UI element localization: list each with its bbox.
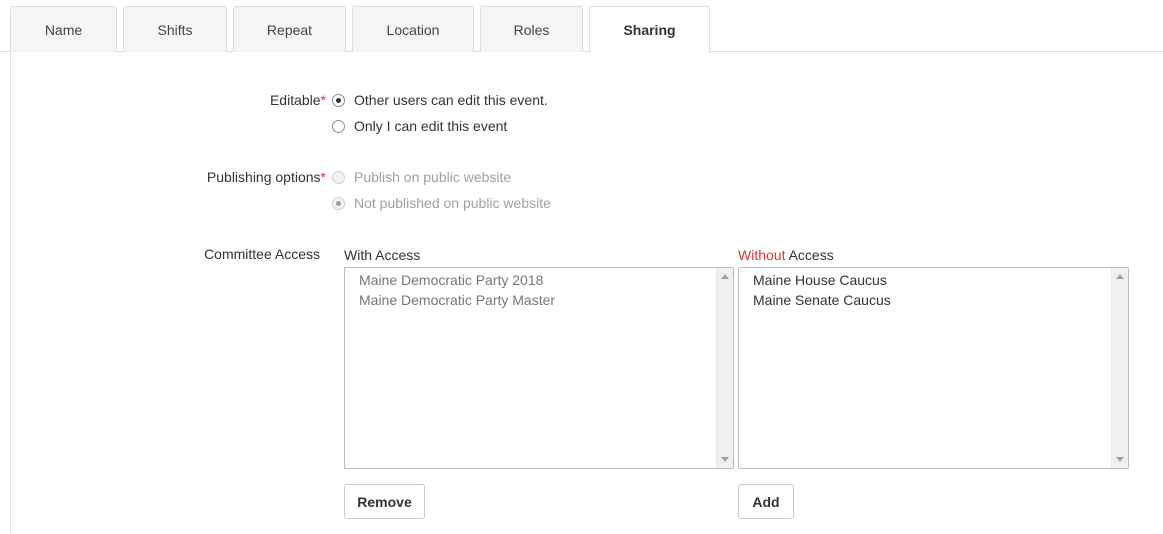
add-button[interactable]: Add <box>738 484 794 519</box>
scroll-down-icon[interactable] <box>721 457 729 462</box>
committee-access-label: Committee Access <box>204 246 320 262</box>
tab-sharing[interactable]: Sharing <box>589 6 710 53</box>
publishing-label-text: Publishing options <box>206 169 321 185</box>
remove-button[interactable]: Remove <box>344 484 425 519</box>
editable-option-only-me-label: Only I can edit this event <box>354 118 508 134</box>
tab-shifts[interactable]: Shifts <box>123 6 227 52</box>
list-item[interactable]: Maine Democratic Party 2018 <box>359 270 555 290</box>
scrollbar[interactable] <box>716 268 733 468</box>
without-access-title-neg: Without <box>738 247 786 263</box>
publishing-option-not-published: Not published on public website <box>332 195 551 211</box>
with-access-list[interactable]: Maine Democratic Party 2018 Maine Democr… <box>344 267 734 469</box>
with-access-title: With Access <box>344 247 421 263</box>
without-access-title-rest: Access <box>785 247 834 263</box>
required-mark: * <box>320 169 326 185</box>
tab-repeat[interactable]: Repeat <box>233 6 346 52</box>
required-mark: * <box>320 92 326 108</box>
publishing-option-not-published-label: Not published on public website <box>354 195 551 211</box>
radio-selected-icon[interactable] <box>332 93 345 107</box>
publishing-option-publish-label: Publish on public website <box>354 169 512 185</box>
list-item[interactable]: Maine Senate Caucus <box>753 290 891 310</box>
editable-label: Editable* <box>6 92 326 108</box>
publishing-option-publish: Publish on public website <box>332 169 511 185</box>
scroll-down-icon[interactable] <box>1116 457 1124 462</box>
publishing-label: Publishing options* <box>6 169 326 185</box>
tab-roles[interactable]: Roles <box>480 6 583 52</box>
radio-selected-icon <box>332 196 345 210</box>
editable-option-others-label: Other users can edit this event. <box>354 92 548 108</box>
list-item[interactable]: Maine Democratic Party Master <box>359 290 555 310</box>
radio-unselected-icon[interactable] <box>332 119 345 133</box>
list-item[interactable]: Maine House Caucus <box>753 270 891 290</box>
scroll-up-icon[interactable] <box>1116 274 1124 279</box>
scroll-up-icon[interactable] <box>721 274 729 279</box>
editable-label-text: Editable <box>269 92 321 108</box>
scrollbar[interactable] <box>1111 268 1128 468</box>
tab-bar: Name Shifts Repeat Location Roles Sharin… <box>0 0 1163 53</box>
without-access-title: Without Access <box>738 247 834 263</box>
tab-name[interactable]: Name <box>10 6 117 52</box>
without-access-list[interactable]: Maine House Caucus Maine Senate Caucus <box>738 267 1129 469</box>
editable-option-only-me[interactable]: Only I can edit this event <box>332 118 507 134</box>
tab-location[interactable]: Location <box>352 6 474 52</box>
editable-option-others[interactable]: Other users can edit this event. <box>332 92 548 108</box>
radio-unselected-icon <box>332 170 345 184</box>
